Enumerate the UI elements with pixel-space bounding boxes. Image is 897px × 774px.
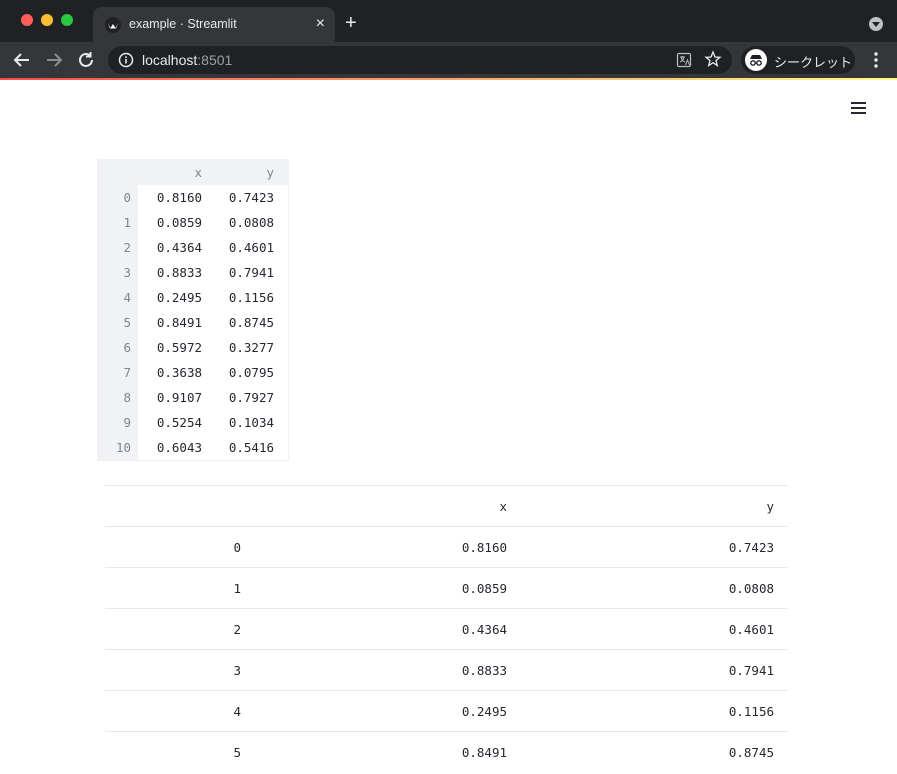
table-row: 0 0.8160 0.7423 <box>105 526 787 567</box>
url-host: localhost <box>142 52 198 68</box>
back-arrow-icon[interactable] <box>11 49 33 71</box>
table-header-row: xy <box>105 485 787 526</box>
table-row: 3 0.8833 0.7941 <box>105 649 787 690</box>
dataframe-cell[interactable]: 0.7927 <box>229 385 274 410</box>
dataframe-row-index[interactable]: 4 <box>123 285 131 310</box>
table-row-index: 4 <box>233 704 241 719</box>
table-row: 5 0.8491 0.8745 <box>105 731 787 772</box>
dataframe-cell[interactable]: 0.7941 <box>229 260 274 285</box>
dataframe-row-index[interactable]: 1 <box>123 210 131 235</box>
dataframe-cell[interactable]: 0.3638 <box>157 360 202 385</box>
dataframe-cell[interactable]: 0.8745 <box>229 310 274 335</box>
incognito-icon <box>745 49 767 71</box>
dataframe-cell[interactable]: 0.1156 <box>229 285 274 310</box>
table-cell: 0.7423 <box>728 540 774 555</box>
info-icon[interactable] <box>118 52 134 68</box>
table-cell: 0.0859 <box>461 581 507 596</box>
dataframe-row-index[interactable]: 6 <box>123 335 131 360</box>
close-window-button[interactable] <box>21 14 33 26</box>
dataframe-cell[interactable]: 0.5416 <box>229 435 274 460</box>
tab-title: example · Streamlit <box>129 17 237 31</box>
dataframe-column-header-y[interactable]: y <box>266 160 274 185</box>
star-icon[interactable] <box>704 50 722 68</box>
address-bar[interactable]: localhost:8501 <box>108 46 732 74</box>
browser-tab-active[interactable]: example · Streamlit × <box>93 7 335 42</box>
table-cell: 0.4364 <box>461 622 507 637</box>
new-tab-plus-icon[interactable]: + <box>345 12 357 34</box>
minimize-window-button[interactable] <box>41 14 53 26</box>
table-cell: 0.8745 <box>728 745 774 760</box>
dataframe-row-index[interactable]: 5 <box>123 310 131 335</box>
table-row-index: 2 <box>233 622 241 637</box>
table-cell: 0.4601 <box>728 622 774 637</box>
dataframe-row-index[interactable]: 3 <box>123 260 131 285</box>
table-row-index: 0 <box>233 540 241 555</box>
dataframe-cell[interactable]: 0.4364 <box>157 235 202 260</box>
browser-toolbar: localhost:8501 シークレット <box>0 42 897 78</box>
table-row-index: 3 <box>233 663 241 678</box>
dataframe-row-index[interactable]: 10 <box>116 435 131 460</box>
table-cell: 0.7941 <box>728 663 774 678</box>
dataframe-cell[interactable]: 0.0795 <box>229 360 274 385</box>
url-port: :8501 <box>197 52 233 68</box>
table-cell: 0.8833 <box>461 663 507 678</box>
dataframe-cell[interactable]: 0.8160 <box>157 185 202 210</box>
dataframe-cell[interactable]: 0.1034 <box>229 410 274 435</box>
table-cell: 0.2495 <box>461 704 507 719</box>
incognito-profile-button[interactable]: シークレット <box>741 46 855 74</box>
translate-icon[interactable] <box>676 52 692 68</box>
dataframe-row-index[interactable]: 0 <box>123 185 131 210</box>
streamlit-decoration-bar <box>0 78 897 80</box>
dataframe-cell[interactable]: 0.5972 <box>157 335 202 360</box>
tab-search-chevron-down-icon[interactable] <box>869 17 883 31</box>
dataframe-cell[interactable]: 0.8491 <box>157 310 202 335</box>
dataframe-cell[interactable]: 0.7423 <box>229 185 274 210</box>
table-row: 1 0.0859 0.0808 <box>105 567 787 608</box>
reload-icon[interactable] <box>75 49 97 71</box>
table-cell: 0.8491 <box>461 745 507 760</box>
tab-close-icon[interactable]: × <box>316 14 325 34</box>
incognito-label: シークレット <box>774 55 853 70</box>
table-cell: 0.1156 <box>728 704 774 719</box>
table-row-index: 5 <box>233 745 241 760</box>
table-row-index: 1 <box>233 581 241 596</box>
dataframe[interactable]: x y 0 0.8160 0.7423 1 0.0859 0.0808 2 0.4364 0.460… <box>97 159 289 461</box>
table-column-header: x <box>499 499 507 514</box>
dataframe-row-index[interactable]: 7 <box>123 360 131 385</box>
streamlit-favicon-icon <box>105 17 121 33</box>
dataframe-cell[interactable]: 0.0859 <box>157 210 202 235</box>
zoom-window-button[interactable] <box>61 14 73 26</box>
dataframe-cell[interactable]: 0.8833 <box>157 260 202 285</box>
dataframe-cell[interactable]: 0.6043 <box>157 435 202 460</box>
browser-tab-bar: example · Streamlit × + <box>0 0 897 42</box>
url-text: localhost:8501 <box>142 52 232 68</box>
table-cell: 0.0808 <box>728 581 774 596</box>
dataframe-cell[interactable]: 0.2495 <box>157 285 202 310</box>
dataframe-cell[interactable]: 0.9107 <box>157 385 202 410</box>
dataframe-row-index[interactable]: 8 <box>123 385 131 410</box>
table-row: 2 0.4364 0.4601 <box>105 608 787 649</box>
forward-arrow-icon[interactable] <box>43 49 65 71</box>
dataframe-cell[interactable]: 0.4601 <box>229 235 274 260</box>
dataframe-cell[interactable]: 0.3277 <box>229 335 274 360</box>
table-column-header: y <box>766 499 774 514</box>
dataframe-cell[interactable]: 0.0808 <box>229 210 274 235</box>
dataframe-row-index[interactable]: 9 <box>123 410 131 435</box>
dataframe-header <box>98 160 288 185</box>
table-cell: 0.8160 <box>461 540 507 555</box>
dataframe-cell[interactable]: 0.5254 <box>157 410 202 435</box>
dataframe-column-header-x[interactable]: x <box>194 160 202 185</box>
dataframe-row-index[interactable]: 2 <box>123 235 131 260</box>
hamburger-menu-icon[interactable] <box>851 100 869 116</box>
more-vert-icon[interactable] <box>868 50 884 70</box>
table-row: 4 0.2495 0.1156 <box>105 690 787 731</box>
dataframe-index-column <box>98 185 138 460</box>
